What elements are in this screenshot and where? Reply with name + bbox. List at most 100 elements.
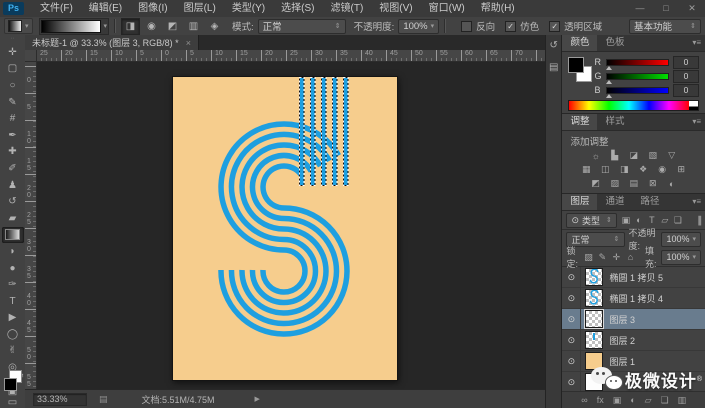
panel-menu-icon[interactable]: ▾≡ — [692, 114, 705, 130]
ruler-origin-corner[interactable] — [25, 50, 37, 62]
clone-stamp-tool[interactable]: ♟ — [2, 177, 24, 194]
menu-item[interactable]: 帮助(H) — [473, 0, 523, 17]
adjustment-icon[interactable]: ◩ — [589, 177, 603, 190]
lock-icon[interactable]: ✛ — [611, 252, 622, 263]
eye-icon[interactable]: ⊙ — [568, 377, 576, 388]
layer-mask-icon[interactable]: ▣ — [613, 395, 622, 406]
adjustment-layer-icon[interactable]: ◐ — [630, 395, 635, 405]
menu-item[interactable]: 文件(F) — [32, 0, 81, 17]
menu-item[interactable]: 视图(V) — [371, 0, 420, 17]
layer-thumbnail[interactable] — [584, 309, 605, 329]
channel-slider[interactable] — [606, 86, 669, 98]
adjustment-icon[interactable]: ▧ — [646, 149, 660, 162]
tab-paths[interactable]: 路径 — [632, 194, 667, 210]
layer-fill-select[interactable]: 100% ▾ — [661, 249, 701, 265]
properties-panel-icon[interactable]: ▤ — [547, 60, 561, 74]
layer-row[interactable]: ⊙ 图层 3 — [562, 309, 705, 330]
menu-item[interactable]: 编辑(E) — [81, 0, 130, 17]
opacity-select[interactable]: 100% ▾ — [398, 18, 440, 34]
document-tab[interactable]: 未标题-1 @ 33.3% (图层 3, RGB/8) * × — [25, 35, 199, 50]
adjustment-icon[interactable]: ▤ — [627, 177, 641, 190]
lock-icon[interactable]: ⌂ — [625, 252, 636, 263]
history-panel-icon[interactable]: ↺ — [547, 38, 561, 52]
eye-icon[interactable]: ⊙ — [568, 335, 576, 346]
visibility-cell[interactable]: ⊙ — [562, 309, 582, 329]
tab-color[interactable]: 颜色 — [562, 35, 598, 51]
status-options-arrow[interactable]: ▶ — [255, 395, 260, 403]
menu-item[interactable]: 选择(S) — [273, 0, 322, 17]
vertical-ruler[interactable]: 0 5 10 15 20 25 30 35 40 45 50 55 — [25, 61, 37, 390]
adjustment-icon[interactable]: ▨ — [608, 177, 622, 190]
adjustment-icon[interactable]: ◫ — [598, 163, 612, 176]
checkbox-反向[interactable]: 反向 — [461, 19, 495, 33]
visibility-cell[interactable]: ⊙ — [562, 288, 582, 308]
adjustment-icon[interactable]: ☼ — [589, 149, 603, 162]
layer-thumbnail[interactable] — [585, 331, 604, 349]
close-button[interactable]: ✕ — [679, 0, 705, 17]
radial-gradient-icon[interactable]: ◉ — [142, 18, 161, 35]
visibility-cell[interactable]: ⊙ — [562, 267, 582, 287]
eye-icon[interactable]: ⊙ — [568, 356, 576, 367]
layer-group-icon[interactable]: ▱ — [645, 395, 652, 406]
layer-thumbnail[interactable] — [585, 268, 604, 286]
menu-item[interactable]: 窗口(W) — [421, 0, 473, 17]
marquee-tool[interactable]: ▢ — [2, 61, 24, 78]
reflected-gradient-icon[interactable]: ▥ — [184, 18, 203, 35]
gradient-tool[interactable] — [1, 226, 24, 244]
visibility-cell[interactable]: ⊙ — [562, 351, 582, 371]
visibility-cell[interactable]: ⊙ — [562, 372, 582, 391]
slider-knob-icon[interactable] — [606, 79, 613, 84]
type-tool[interactable]: T — [2, 293, 24, 310]
eye-icon[interactable]: ⊙ — [568, 272, 576, 283]
checkbox-透明区域[interactable]: ✓ 透明区域 — [549, 19, 602, 33]
filter-kind-icon[interactable]: ▣ — [620, 214, 632, 226]
eyedropper-tool[interactable]: ✒ — [2, 127, 24, 144]
adjustment-icon[interactable]: ◪ — [627, 149, 641, 162]
channel-value-field[interactable]: 0 — [673, 55, 699, 69]
healing-brush-tool[interactable]: ✚ — [2, 144, 24, 161]
adjustment-icon[interactable]: ◨ — [617, 163, 631, 176]
quick-selection-tool[interactable]: ✎ — [2, 94, 24, 111]
filter-kind-icon[interactable]: ❏ — [672, 214, 684, 226]
panel-grip[interactable]: ∙∙ — [11, 35, 15, 42]
crop-tool[interactable]: # — [2, 110, 24, 127]
filter-type-select[interactable]: ⊙ 类型 ⇕ — [566, 212, 617, 228]
adjustment-icon[interactable]: ⊠ — [646, 177, 660, 190]
checkbox-box[interactable] — [461, 20, 473, 32]
adjustment-icon[interactable]: ❖ — [636, 163, 650, 176]
channel-value-field[interactable]: 0 — [673, 69, 699, 83]
gradient-editor-button[interactable]: ▾ — [38, 17, 110, 35]
foreground-color-swatch[interactable] — [3, 377, 17, 391]
checkbox-box[interactable]: ✓ — [505, 20, 517, 32]
channel-slider[interactable] — [606, 72, 669, 84]
layer-row[interactable]: ⊙ 椭圆 1 拷贝 5 — [562, 267, 705, 288]
layer-row[interactable]: ⊙ 图层 2 — [562, 330, 705, 351]
new-layer-icon[interactable]: ❏ — [661, 395, 669, 406]
layer-row[interactable]: ⊙ 椭圆 1 拷贝 4 — [562, 288, 705, 309]
maximize-button[interactable]: □ — [653, 0, 679, 17]
tool-preset-picker[interactable]: ▾ — [4, 18, 33, 34]
layer-thumbnail[interactable] — [585, 289, 604, 307]
layer-effects-icon[interactable]: fx — [597, 395, 604, 405]
link-layers-icon[interactable]: ∞ — [581, 395, 587, 405]
screen-mode-button[interactable]: ▭ — [2, 397, 24, 408]
channel-slider[interactable] — [606, 58, 669, 70]
delete-layer-icon[interactable]: ▥ — [678, 395, 687, 406]
shape-tool[interactable]: ◯ — [2, 326, 24, 343]
lock-icon[interactable]: ✎ — [597, 252, 608, 263]
blend-mode-select[interactable]: 正常 ⇕ — [257, 18, 346, 34]
lock-icon[interactable]: ▨ — [583, 252, 594, 263]
brush-tool[interactable]: ✐ — [2, 160, 24, 177]
panel-menu-icon[interactable]: ▾≡ — [692, 35, 705, 51]
tab-swatches[interactable]: 色板 — [597, 35, 632, 51]
slider-knob-icon[interactable] — [606, 65, 613, 70]
canvas-viewport[interactable]: 25 20 15 10 5 0 5 10 15 20 25 30 35 40 45 50 55 60 65 70 05… — [25, 50, 545, 390]
checkbox-box[interactable]: ✓ — [549, 20, 561, 32]
adjustment-icon[interactable]: ▦ — [579, 163, 593, 176]
zoom-level-field[interactable]: 33.33% — [33, 392, 87, 406]
menu-item[interactable]: 图层(L) — [176, 0, 224, 17]
menu-item[interactable]: 类型(Y) — [224, 0, 273, 17]
color-spectrum-ramp[interactable] — [568, 100, 699, 111]
history-brush-tool[interactable]: ↺ — [2, 193, 24, 210]
menu-item[interactable]: 滤镜(T) — [323, 0, 372, 17]
